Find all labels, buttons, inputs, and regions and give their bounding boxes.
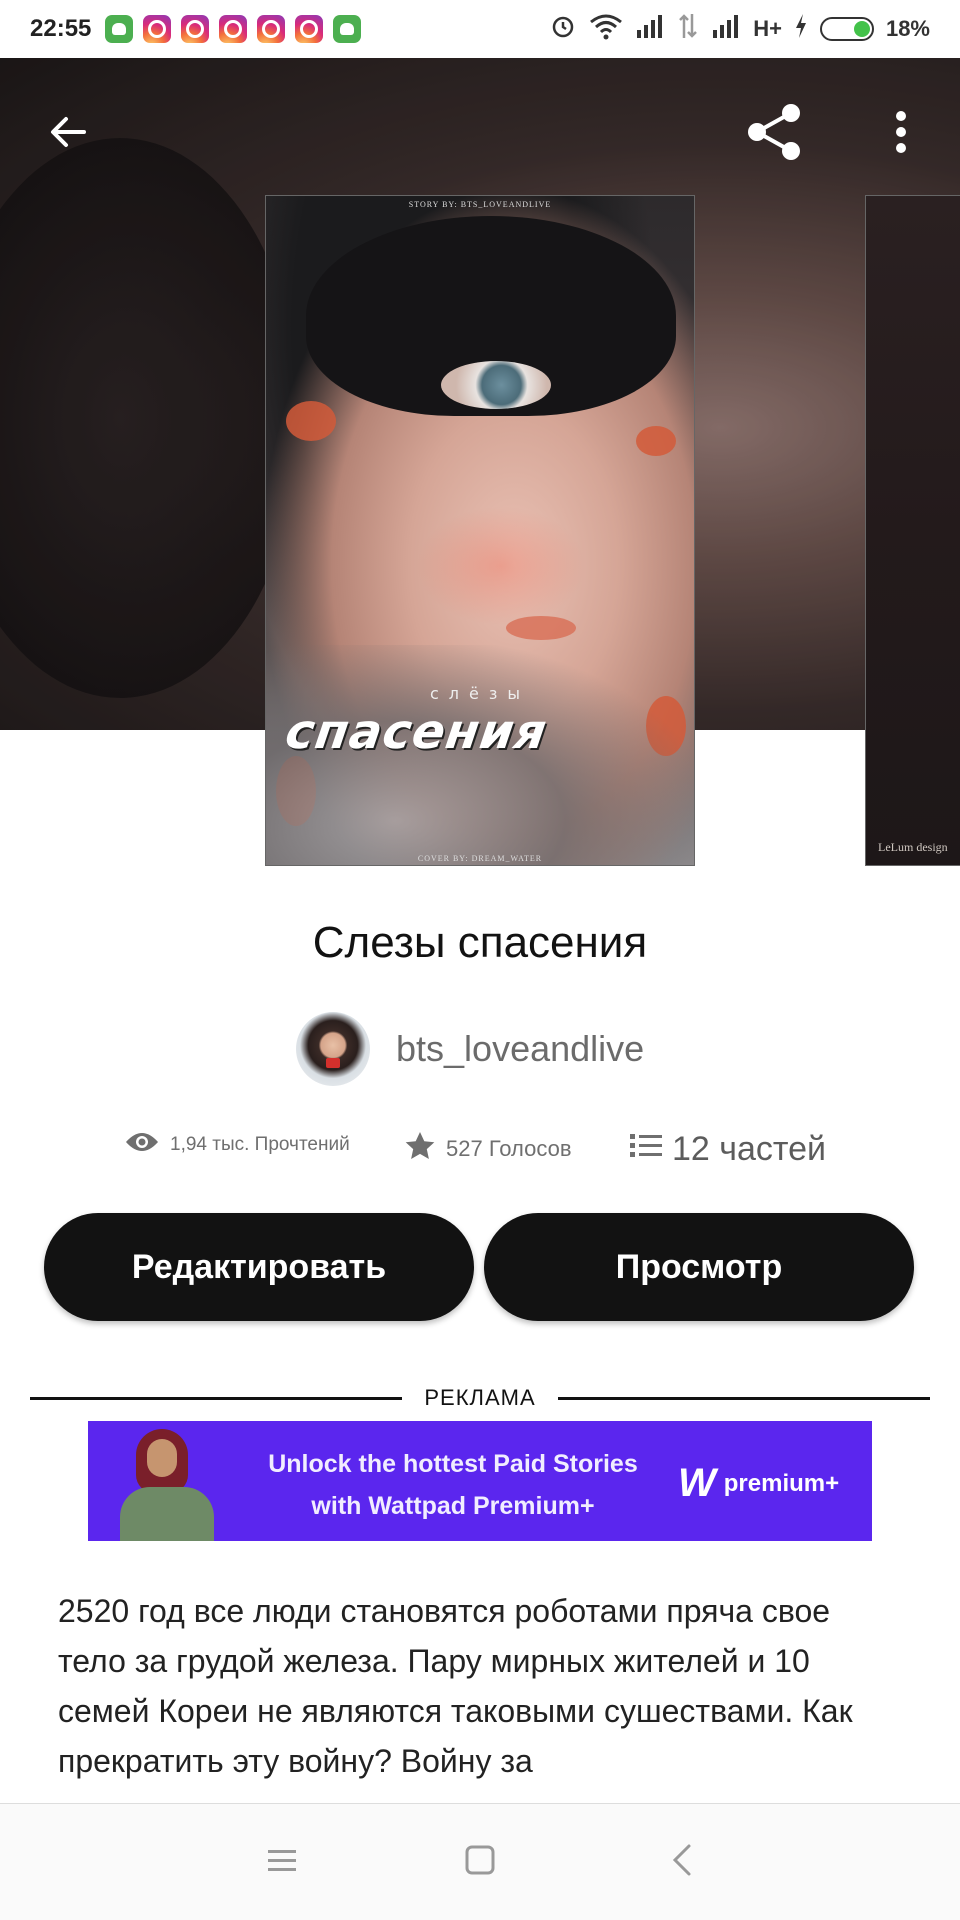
next-cover-credit: LeLum design <box>878 840 948 854</box>
instagram-notification-icon <box>143 15 172 43</box>
reads-count: 1,94 тыс. Прочтений <box>170 1134 350 1155</box>
cover-title: спасения <box>282 704 551 760</box>
network-type: H+ <box>753 16 782 41</box>
back-button[interactable] <box>32 98 104 170</box>
story-stats: 1,94 тыс. Прочтений 527 Голосов 12 часте… <box>0 1130 960 1174</box>
battery-icon <box>819 17 874 41</box>
app-notification-icon <box>105 15 134 43</box>
cover-art <box>636 426 676 456</box>
divider-line <box>557 1396 930 1400</box>
signal-icon <box>635 14 665 44</box>
more-vertical-icon <box>895 110 907 159</box>
eye-icon <box>124 1130 160 1160</box>
system-nav-bar <box>0 1803 960 1920</box>
menu-icon <box>266 1846 298 1879</box>
more-options-button[interactable] <box>865 98 937 170</box>
nav-back-button[interactable] <box>652 1832 712 1892</box>
list-icon <box>630 1130 662 1169</box>
next-story-cover[interactable]: LeLum design <box>865 195 960 866</box>
cover-art <box>416 506 586 626</box>
ad-logo-text: premium+ <box>723 1469 840 1497</box>
status-indicators: H+ 18% <box>549 12 930 46</box>
wifi-icon <box>589 12 623 46</box>
author-name[interactable]: bts_loveandlive <box>396 1028 644 1070</box>
votes-stat: 527 Голосов <box>404 1130 572 1168</box>
ad-divider: РЕКЛАМА <box>30 1385 930 1410</box>
ad-banner[interactable]: Unlock the hottest Paid Stories with Wat… <box>88 1421 872 1541</box>
ad-line-1: Unlock the hottest Paid Stories <box>268 1450 638 1478</box>
ad-line-2: with Wattpad Premium+ <box>311 1492 595 1520</box>
menu-button[interactable] <box>252 1832 312 1892</box>
cover-subtitle: слёзы <box>429 684 530 703</box>
status-time: 22:55 <box>30 15 92 42</box>
alarm-icon <box>549 12 577 46</box>
app-notification-icon <box>333 15 362 43</box>
wattpad-premium-logo: W premium+ <box>678 1461 839 1506</box>
votes-count: 527 Голосов <box>446 1136 572 1161</box>
chevron-left-icon <box>670 1843 694 1882</box>
author-link[interactable]: bts_loveandlive <box>296 1012 644 1086</box>
data-transfer-icon <box>677 12 699 46</box>
story-cover[interactable]: STORY BY: BTS_LOVEANDLIVE слёзы спасения… <box>265 195 695 866</box>
square-home-icon <box>464 1844 496 1881</box>
story-description: 2520 год все люди становятся роботами пр… <box>58 1593 853 1779</box>
charging-icon <box>794 13 808 45</box>
star-icon <box>404 1130 436 1168</box>
battery-percent: 18% <box>885 16 930 41</box>
reads-stat: 1,94 тыс. Прочтений <box>124 1130 350 1160</box>
ad-text: Unlock the hottest Paid Stories with Wat… <box>218 1443 688 1527</box>
cover-art <box>286 401 336 441</box>
ad-person-image <box>114 1425 214 1541</box>
cover-credit-bottom: COVER BY: DREAM_WATER <box>417 854 543 863</box>
parts-stat[interactable]: 12 частей <box>630 1130 826 1169</box>
instagram-notification-icon <box>295 15 324 43</box>
story-title: Слезы спасения <box>312 918 648 967</box>
divider-line <box>30 1396 403 1400</box>
signal-icon <box>711 14 741 44</box>
preview-button[interactable]: Просмотр <box>484 1213 914 1321</box>
share-icon <box>743 101 805 168</box>
wattpad-w-icon: W <box>678 1461 716 1505</box>
home-button[interactable] <box>450 1832 510 1892</box>
avatar[interactable] <box>296 1012 370 1086</box>
status-bar: 22:55 H+ 18% <box>0 0 960 58</box>
notification-icons <box>105 15 362 43</box>
arrow-left-icon <box>46 110 90 159</box>
instagram-notification-icon <box>257 15 286 43</box>
cover-art <box>506 616 576 640</box>
instagram-notification-icon <box>219 15 248 43</box>
instagram-notification-icon <box>181 15 210 43</box>
ad-label: РЕКЛАМА <box>424 1385 536 1410</box>
parts-count: 12 частей <box>672 1130 826 1168</box>
edit-button[interactable]: Редактировать <box>44 1213 474 1321</box>
cover-art <box>441 361 551 409</box>
share-button[interactable] <box>738 98 810 170</box>
cover-credit-top: STORY BY: BTS_LOVEANDLIVE <box>408 200 552 209</box>
